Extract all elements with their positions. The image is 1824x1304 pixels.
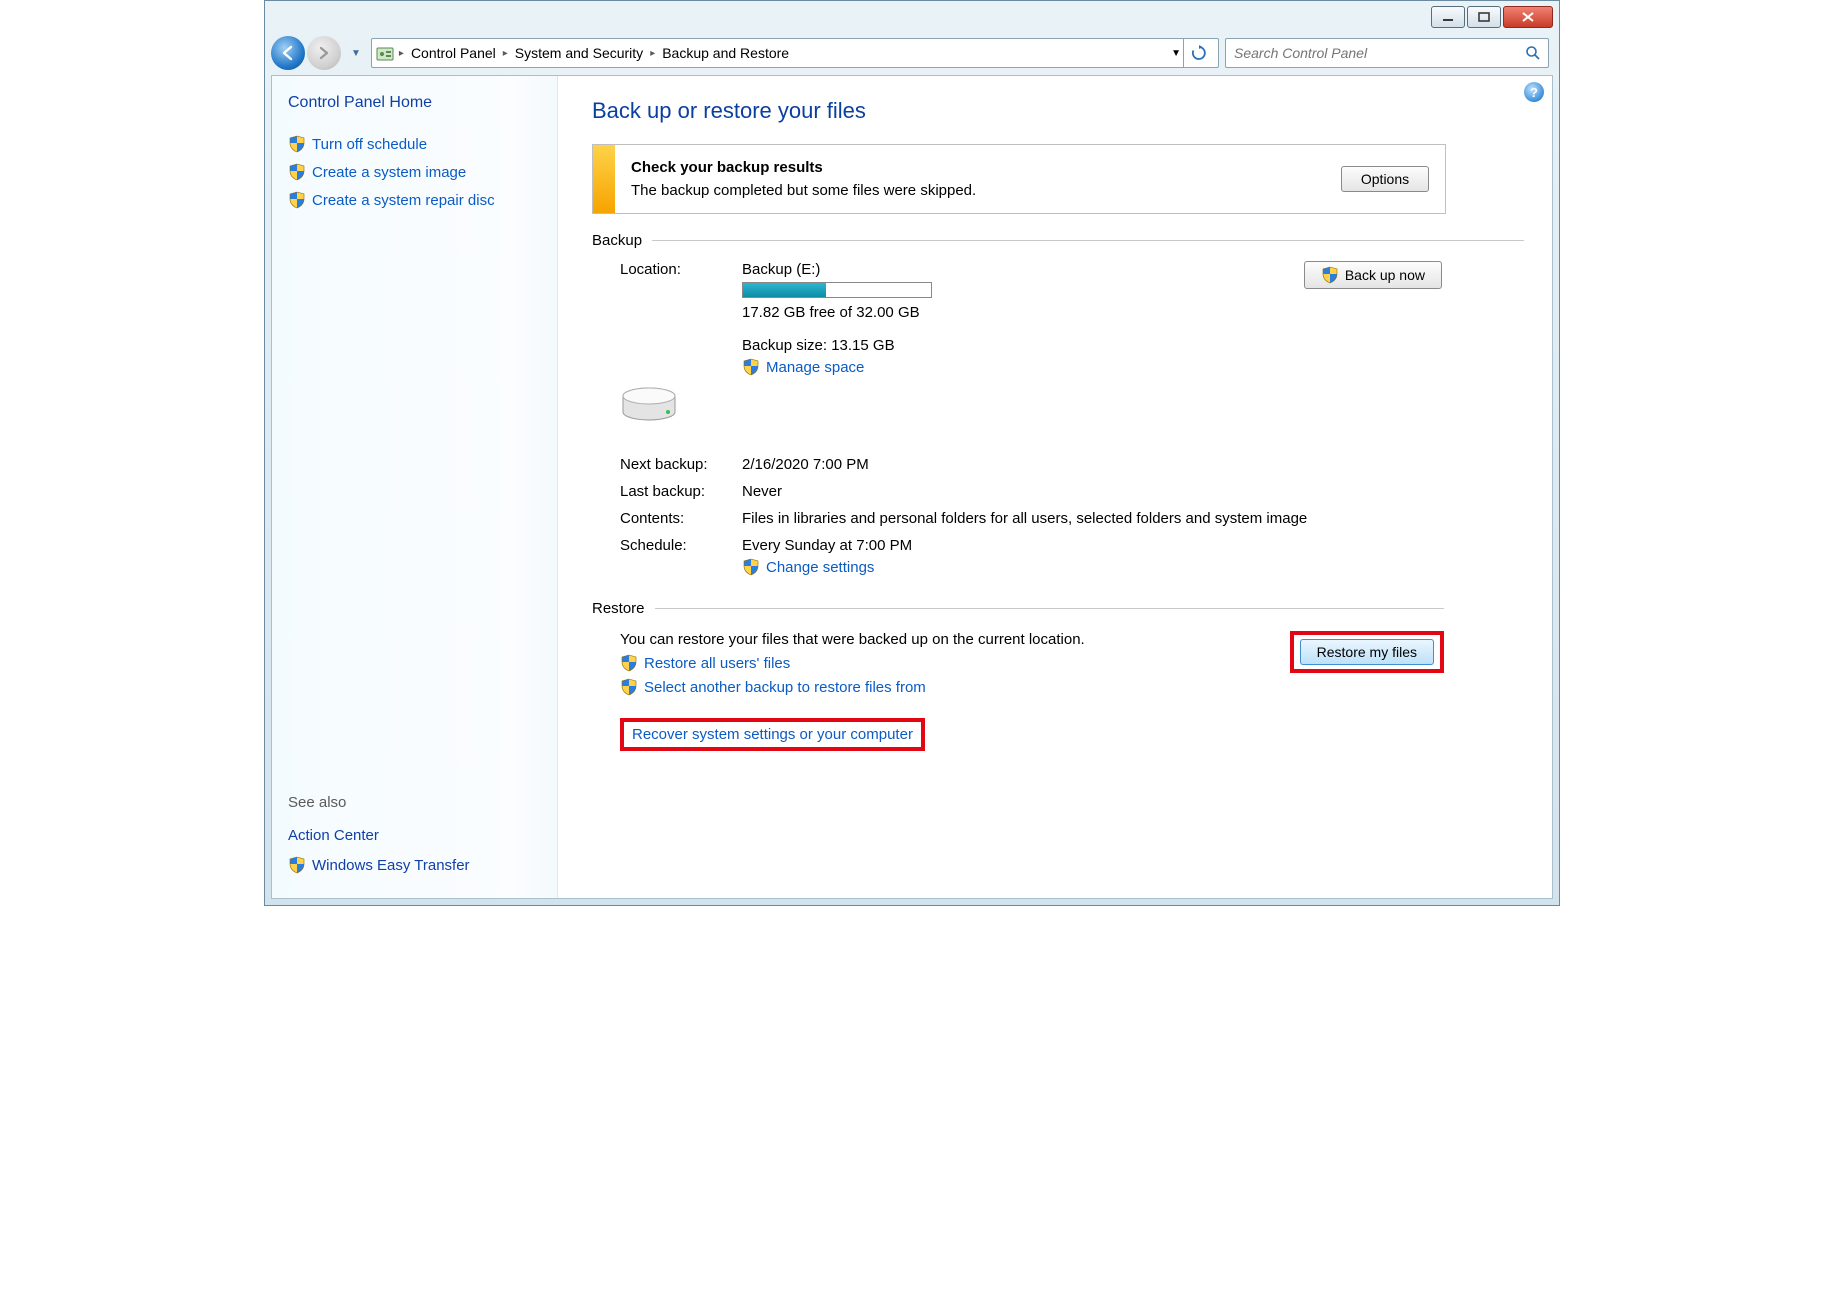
- location-label: Location:: [592, 261, 742, 278]
- refresh-button[interactable]: [1183, 39, 1214, 67]
- notice-body-text: The backup completed but some files were…: [631, 182, 976, 199]
- sidebar-item-label: Turn off schedule: [312, 136, 427, 153]
- restore-section: Restore You can restore your files that …: [592, 600, 1444, 751]
- section-label: Backup: [592, 232, 642, 249]
- create-repair-disc-link[interactable]: Create a system repair disc: [288, 186, 541, 214]
- see-also-heading: See also: [288, 794, 541, 811]
- search-icon[interactable]: [1524, 44, 1542, 62]
- last-backup-value: Never: [742, 483, 1442, 500]
- shield-icon: [288, 135, 306, 153]
- action-center-link[interactable]: Action Center: [288, 821, 541, 850]
- help-icon[interactable]: ?: [1524, 82, 1544, 102]
- content-area: Control Panel Home Turn off schedule Cre…: [271, 75, 1553, 899]
- select-other-backup-link[interactable]: Select another backup to restore files f…: [620, 678, 1085, 696]
- control-panel-home-link[interactable]: Control Panel Home: [288, 94, 541, 112]
- section-label: Restore: [592, 600, 645, 617]
- highlight-annotation: Recover system settings or your computer: [620, 718, 925, 751]
- restore-description: You can restore your files that were bac…: [620, 631, 1085, 648]
- window: ▼ ▸ Control Panel ▸ System and Security …: [264, 0, 1560, 906]
- shield-icon: [620, 654, 638, 672]
- page-title: Back up or restore your files: [592, 98, 1524, 124]
- options-button[interactable]: Options: [1341, 166, 1429, 192]
- link-label: Restore all users' files: [644, 655, 790, 672]
- shield-icon: [288, 856, 306, 874]
- search-bar[interactable]: [1225, 38, 1549, 68]
- shield-icon: [742, 358, 760, 376]
- drive-icon: [620, 386, 678, 426]
- restore-all-users-link[interactable]: Restore all users' files: [620, 654, 1085, 672]
- sidebar-item-label: Create a system image: [312, 164, 466, 181]
- window-titlebar: [265, 1, 1559, 31]
- shield-icon: [742, 558, 760, 576]
- shield-icon: [1321, 266, 1339, 284]
- next-backup-value: 2/16/2020 7:00 PM: [742, 456, 1442, 473]
- see-also-section: See also Action Center Windows Easy Tran…: [288, 794, 541, 880]
- sidebar: Control Panel Home Turn off schedule Cre…: [272, 76, 558, 898]
- warning-strip-icon: [593, 145, 615, 213]
- forward-button[interactable]: [307, 36, 341, 70]
- chevron-right-icon[interactable]: ▸: [500, 48, 511, 59]
- search-input[interactable]: [1232, 44, 1524, 62]
- breadcrumb-backup-restore[interactable]: Backup and Restore: [660, 43, 791, 63]
- link-label: Select another backup to restore files f…: [644, 679, 926, 696]
- close-button[interactable]: [1503, 6, 1553, 28]
- link-label: Manage space: [766, 359, 864, 376]
- change-settings-link[interactable]: Change settings: [742, 558, 1442, 576]
- restore-section-header: Restore: [592, 600, 1444, 617]
- history-dropdown-icon[interactable]: ▼: [347, 48, 365, 59]
- schedule-value: Every Sunday at 7:00 PM: [742, 537, 1442, 554]
- notice-text: Check your backup results The backup com…: [631, 159, 976, 199]
- shield-icon: [288, 191, 306, 209]
- windows-easy-transfer-link[interactable]: Windows Easy Transfer: [288, 850, 541, 880]
- notice-title: Check your backup results: [631, 159, 823, 176]
- schedule-label: Schedule:: [592, 537, 742, 554]
- restore-my-files-button[interactable]: Restore my files: [1300, 639, 1434, 665]
- address-bar[interactable]: ▸ Control Panel ▸ System and Security ▸ …: [371, 38, 1219, 68]
- manage-space-link[interactable]: Manage space: [742, 358, 1222, 376]
- recover-system-link[interactable]: Recover system settings or your computer: [632, 726, 913, 743]
- address-dropdown-icon[interactable]: ▼: [1171, 48, 1181, 59]
- highlight-annotation: Restore my files: [1290, 631, 1444, 673]
- chevron-right-icon[interactable]: ▸: [647, 48, 658, 59]
- turn-off-schedule-link[interactable]: Turn off schedule: [288, 130, 541, 158]
- location-cell: Backup (E:) 17.82 GB free of 32.00 GB Ba…: [742, 261, 1222, 376]
- back-button[interactable]: [271, 36, 305, 70]
- main-panel: ? Back up or restore your files Check yo…: [558, 76, 1552, 898]
- contents-label: Contents:: [592, 510, 742, 527]
- backup-now-button[interactable]: Back up now: [1304, 261, 1442, 289]
- disk-usage-bar: [742, 282, 932, 298]
- backup-size-text: Backup size: 13.15 GB: [742, 337, 1222, 354]
- contents-value: Files in libraries and personal folders …: [742, 510, 1442, 527]
- navigation-bar: ▼ ▸ Control Panel ▸ System and Security …: [265, 31, 1559, 75]
- button-label: Back up now: [1345, 267, 1425, 283]
- shield-icon: [620, 678, 638, 696]
- control-panel-icon: [376, 44, 394, 62]
- breadcrumb-control-panel[interactable]: Control Panel: [409, 43, 498, 63]
- backup-details: Location: Backup (E:) 17.82 GB free of 3…: [592, 261, 1444, 576]
- sidebar-item-label: Windows Easy Transfer: [312, 857, 470, 874]
- sidebar-item-label: Create a system repair disc: [312, 192, 495, 209]
- maximize-button[interactable]: [1467, 6, 1501, 28]
- link-label: Change settings: [766, 559, 874, 576]
- create-system-image-link[interactable]: Create a system image: [288, 158, 541, 186]
- shield-icon: [288, 163, 306, 181]
- backup-section-header: Backup: [592, 232, 1524, 249]
- backup-results-notice: Check your backup results The backup com…: [592, 144, 1446, 214]
- breadcrumb-system-security[interactable]: System and Security: [513, 43, 645, 63]
- backup-location-name: Backup (E:): [742, 261, 1222, 278]
- chevron-right-icon[interactable]: ▸: [396, 48, 407, 59]
- last-backup-label: Last backup:: [592, 483, 742, 500]
- minimize-button[interactable]: [1431, 6, 1465, 28]
- next-backup-label: Next backup:: [592, 456, 742, 473]
- free-space-text: 17.82 GB free of 32.00 GB: [742, 304, 1222, 321]
